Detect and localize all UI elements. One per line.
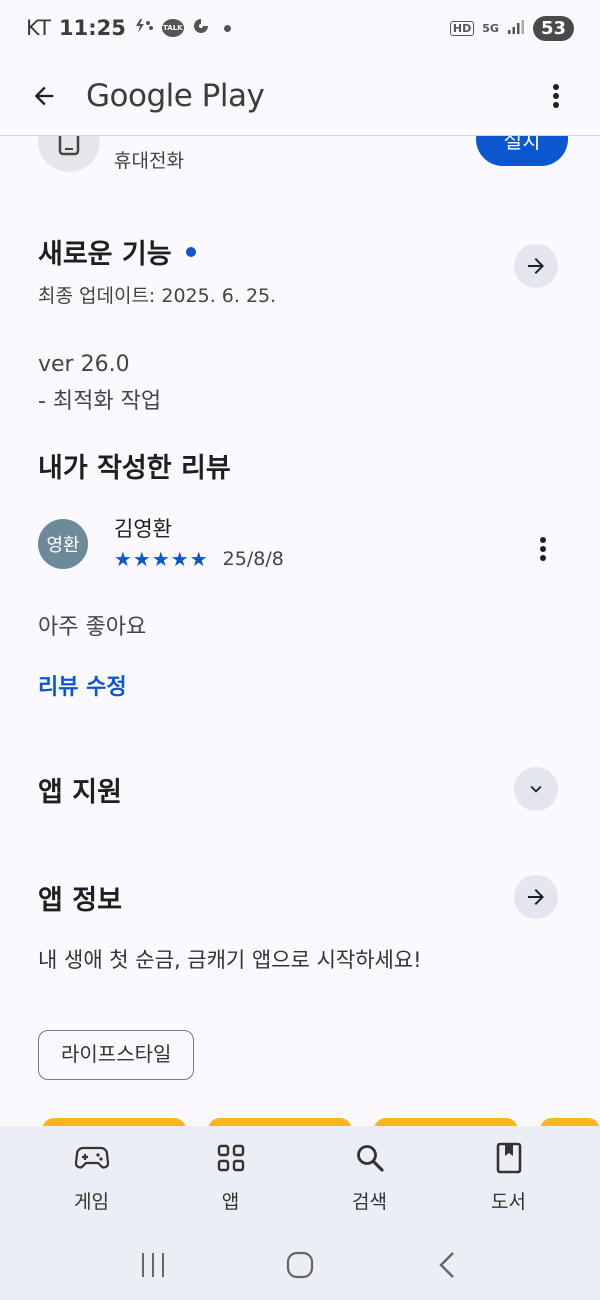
whats-new-section: 새로운 기능 최종 업데이트: 2025. 6. 25. ver 26.0 - … xyxy=(38,232,558,420)
app-description: 내 생애 첫 순금, 금캐기 앱으로 시작하세요! xyxy=(38,948,422,972)
status-right: HD 5G 53 xyxy=(449,15,574,41)
clock: 11:25 xyxy=(58,16,126,40)
release-note-line: ver 26.0 xyxy=(38,352,130,377)
carrier-label: KT xyxy=(26,16,51,40)
back-button[interactable] xyxy=(24,76,64,116)
arrow-left-icon xyxy=(34,86,54,105)
whats-new-title-row: 새로운 기능 xyxy=(38,232,558,271)
nav-books[interactable]: 도서 xyxy=(454,1142,564,1214)
category-chip[interactable]: 라이프스타일 xyxy=(38,1030,195,1080)
app-title: Google Play xyxy=(86,77,265,114)
signal-icon xyxy=(507,16,525,40)
star-rating: ★★★★★ xyxy=(114,547,209,571)
nav-games[interactable]: 게임 xyxy=(37,1143,147,1214)
network-type-badge: 5G xyxy=(482,21,499,35)
app-notification-icon xyxy=(192,17,210,39)
last-updated: 최종 업데이트: 2025. 6. 25. xyxy=(38,285,277,307)
gamepad-icon xyxy=(74,1143,109,1173)
book-icon xyxy=(496,1142,522,1173)
recent-apps-button[interactable] xyxy=(123,1240,183,1290)
release-notes: ver 26.0 - 최적화 작업 xyxy=(38,346,558,420)
reviewer-name: 김영환 xyxy=(114,517,172,541)
more-options-button[interactable] xyxy=(536,76,576,116)
app-bar: Google Play xyxy=(0,56,600,136)
avatar: 영환 xyxy=(38,519,88,569)
app-info-section: 앱 정보 내 생애 첫 순금, 금캐기 앱으로 시작하세요! 라이프스타일 xyxy=(38,872,558,1080)
nav-label: 도서 xyxy=(491,1190,526,1213)
app-info-title: 앱 정보 xyxy=(38,884,122,916)
review-text: 아주 좋아요 xyxy=(38,615,147,640)
arrow-right-icon xyxy=(528,889,544,905)
review-date: 25/8/8 xyxy=(222,548,284,570)
rating-row: ★★★★★ 25/8/8 xyxy=(114,547,284,571)
reviewer-row: 영환 김영환 ★★★★★ 25/8/8 xyxy=(38,511,558,571)
more-vert-icon xyxy=(540,537,546,561)
bottom-navigation: 게임 앱 검색 도서 xyxy=(0,1126,600,1230)
chevron-down-icon xyxy=(530,785,542,793)
hd-voice-badge: HD xyxy=(449,20,475,36)
more-notifications-dot xyxy=(223,24,231,32)
arrow-right-icon xyxy=(528,258,544,274)
more-vert-icon xyxy=(553,83,559,108)
recents-icon xyxy=(142,1253,165,1277)
status-bar: KT 11:25 TALK HD 5G 53 xyxy=(0,0,600,56)
nav-apps[interactable]: 앱 xyxy=(176,1143,286,1214)
whats-new-title: 새로운 기능 xyxy=(38,239,172,270)
my-review-title: 내가 작성한 리뷰 xyxy=(38,453,231,484)
release-note-line: - 최적화 작업 xyxy=(38,389,162,414)
apps-grid-icon xyxy=(217,1143,245,1173)
home-icon xyxy=(286,1251,314,1279)
review-options-button[interactable] xyxy=(528,529,558,569)
battery-level: 53 xyxy=(532,15,574,41)
kakaotalk-icon: TALK xyxy=(161,19,184,37)
nav-label: 검색 xyxy=(352,1190,387,1213)
back-system-button[interactable] xyxy=(417,1240,477,1290)
reviewer-info: 김영환 ★★★★★ 25/8/8 xyxy=(114,511,284,571)
system-navigation xyxy=(0,1230,600,1300)
status-left: KT 11:25 TALK xyxy=(26,16,231,40)
my-review-section: 내가 작성한 리뷰 영환 김영환 ★★★★★ 25/8/8 아주 좋아요 리뷰 … xyxy=(38,446,558,701)
nav-search[interactable]: 검색 xyxy=(315,1143,425,1214)
chevron-left-icon xyxy=(438,1252,454,1278)
new-indicator-dot xyxy=(185,246,196,257)
edit-review-link[interactable]: 리뷰 수정 xyxy=(38,669,127,701)
whats-new-arrow-button[interactable] xyxy=(514,244,558,288)
app-info-title-row: 앱 정보 xyxy=(38,872,558,922)
app-support-title: 앱 지원 xyxy=(38,776,122,808)
device-label: 휴대전화 xyxy=(114,150,184,172)
search-icon xyxy=(355,1143,385,1173)
app-support-expand-button[interactable] xyxy=(514,767,558,811)
home-button[interactable] xyxy=(270,1240,330,1290)
app-info-arrow-button[interactable] xyxy=(514,875,558,919)
nav-label: 앱 xyxy=(221,1190,240,1213)
nav-label: 게임 xyxy=(74,1190,109,1213)
app-support-section[interactable]: 앱 지원 xyxy=(38,764,558,814)
sync-icon xyxy=(134,18,154,38)
